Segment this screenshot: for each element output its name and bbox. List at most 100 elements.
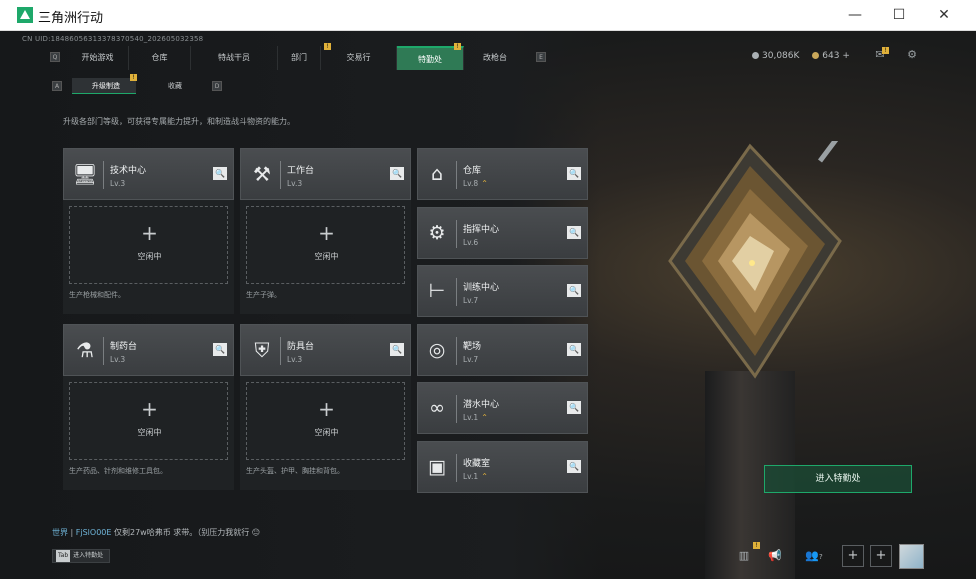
close-button[interactable]: ✕ <box>921 0 967 31</box>
collection-icon: ▣ <box>428 456 446 478</box>
empty-slot-button[interactable]: + 空闲中 <box>69 206 228 284</box>
nav-right-key[interactable]: E <box>536 52 546 62</box>
tools-icon: ⚒ <box>253 162 271 186</box>
search-icon[interactable]: 🔍 <box>390 343 404 356</box>
nav-left-key[interactable]: Q <box>50 52 60 62</box>
facility-command-center[interactable]: ⚙ 指挥中心 Lv.6 🔍 <box>417 207 588 259</box>
title-bar: 三角洲行动 — ☐ ✕ <box>0 0 976 31</box>
card-divider <box>456 278 457 306</box>
empty-slot-button[interactable]: + 空闲中 <box>246 206 405 284</box>
tab-key: Tab <box>56 550 71 562</box>
facility-level: Lv.1 ⌃ <box>463 413 488 422</box>
facility-workbench[interactable]: ⚒ 工作台 Lv.3 🔍 <box>240 148 411 200</box>
facility-warehouse[interactable]: ⌂ 仓库 Lv.8 ⌃ 🔍 <box>417 148 588 200</box>
production-slot: + 空闲中 生产子弹。 <box>240 200 411 314</box>
card-divider <box>280 337 281 365</box>
plus-icon: + <box>318 221 335 245</box>
chat-player[interactable]: FjSlO00E <box>76 528 112 537</box>
maximize-button[interactable]: ☐ <box>876 0 922 31</box>
slot-note: 生产枪械和配件。 <box>69 291 125 299</box>
tab-department[interactable]: 部门 <box>278 46 321 70</box>
level-text: Lv.1 <box>463 413 479 422</box>
gold-amount: 643 <box>822 51 840 61</box>
subnav-left-key[interactable]: A <box>52 81 62 91</box>
subtab-upgrade-badge: ! <box>130 74 137 81</box>
gold-coin-icon <box>812 52 820 59</box>
tab-trading[interactable]: 交易行 <box>321 46 397 70</box>
tab-gunsmith[interactable]: 改枪台 <box>464 46 526 70</box>
cube-artwork <box>668 141 842 379</box>
facility-collection-room[interactable]: ▣ 收藏室 Lv.1 ⌃ 🔍 <box>417 441 588 493</box>
chat-channel: 世界 <box>52 528 68 537</box>
search-icon[interactable]: 🔍 <box>567 226 581 239</box>
subtab-upgrade-craft[interactable]: 升级制造 <box>72 78 136 94</box>
facility-level: Lv.7 <box>463 296 478 305</box>
settings-icon[interactable]: ⚙ <box>904 48 920 62</box>
minimize-button[interactable]: — <box>832 0 878 31</box>
subtab-collection[interactable]: 收藏 <box>148 78 200 94</box>
search-icon[interactable]: 🔍 <box>567 167 581 180</box>
user-id-label: CN UID:18486056313378370540_202605032358 <box>22 35 204 43</box>
facility-level: Lv.6 <box>463 238 478 247</box>
search-icon[interactable]: 🔍 <box>567 460 581 473</box>
search-icon[interactable]: 🔍 <box>567 284 581 297</box>
facility-level: Lv.3 <box>287 355 303 364</box>
currency-display: 30,086K 643 + <box>752 51 860 61</box>
card-divider <box>280 161 281 189</box>
chat-message: 仅剩27w哈弗币 求带。（别压力我就行 <box>113 528 250 537</box>
facility-name: 收藏室 <box>463 459 491 469</box>
search-icon[interactable]: 🔍 <box>567 401 581 414</box>
facility-tech-center[interactable]: 🖥 技术中心 Lv.3 🔍 <box>63 148 234 200</box>
facility-name: 制药台 <box>110 342 138 352</box>
chat-line[interactable]: 世界 | FjSlO00E 仅剩27w哈弗币 求带。（别压力我就行 😐 <box>52 527 260 538</box>
app-logo-icon <box>17 7 33 23</box>
plus-icon: + <box>141 221 158 245</box>
empty-slot-button[interactable]: + 空闲中 <box>246 382 405 460</box>
gold-currency: 643 + <box>812 51 850 61</box>
facility-training-center[interactable]: ⊢ 训练中心 Lv.7 🔍 <box>417 265 588 317</box>
megaphone-icon[interactable]: 📢 <box>764 546 786 566</box>
slot-status: 空闲中 <box>314 252 339 261</box>
subnav-right-key[interactable]: D <box>212 81 222 91</box>
friends-glyph: 👥 <box>805 549 819 562</box>
slot-status: 空闲中 <box>137 252 162 261</box>
avatar[interactable] <box>899 544 924 569</box>
tab-start-game[interactable]: 开始游戏 <box>67 46 129 70</box>
card-divider <box>456 220 457 248</box>
tab-hint-label: 进入特勤处 <box>73 552 104 559</box>
facility-diving-center[interactable]: ∞ 潜水中心 Lv.1 ⌃ 🔍 <box>417 382 588 434</box>
empty-slot-button[interactable]: + 空闲中 <box>69 382 228 460</box>
friends-count: ? <box>818 553 823 561</box>
search-icon[interactable]: 🔍 <box>567 343 581 356</box>
facility-name: 潜水中心 <box>463 400 500 410</box>
add-friend-button[interactable]: + <box>842 545 864 567</box>
facility-shooting-range[interactable]: ◎ 靶场 Lv.7 🔍 <box>417 324 588 376</box>
slot-note: 生产子弹。 <box>246 291 281 299</box>
facility-name: 训练中心 <box>463 283 500 293</box>
friends-icon[interactable]: 👥? <box>800 546 828 566</box>
enter-special-ops-button[interactable]: 进入特勤处 <box>764 465 912 493</box>
facility-name: 工作台 <box>287 166 315 176</box>
silver-coin-icon <box>752 52 759 59</box>
tab-operators[interactable]: 特战干员 <box>191 46 278 70</box>
tab-hotkey-hint[interactable]: Tab 进入特勤处 <box>52 549 110 563</box>
production-slot: + 空闲中 生产药品、针剂和维修工具包。 <box>63 376 234 490</box>
facility-armor-bench[interactable]: ⛨ 防具台 Lv.3 🔍 <box>240 324 411 376</box>
level-text: Lv.7 <box>463 296 479 305</box>
top-navigation: Q 开始游戏 仓库 特战干员 部门 ! 交易行 特勤处 ! 改枪台 E <box>50 43 546 70</box>
window-title: 三角洲行动 <box>38 11 104 26</box>
add-currency-button[interactable]: + <box>842 51 850 61</box>
warehouse-icon: ⌂ <box>430 163 444 185</box>
slot-status: 空闲中 <box>137 428 162 437</box>
search-icon[interactable]: 🔍 <box>213 167 227 180</box>
add-team-button[interactable]: + <box>870 545 892 567</box>
facility-level: Lv.3 <box>287 179 303 188</box>
card-divider <box>456 454 457 482</box>
chart-icon[interactable]: ▥ <box>733 546 755 566</box>
sub-navigation: A 升级制造 ! 收藏 D <box>50 74 230 94</box>
tab-warehouse[interactable]: 仓库 <box>129 46 191 70</box>
search-icon[interactable]: 🔍 <box>390 167 404 180</box>
search-icon[interactable]: 🔍 <box>213 343 227 356</box>
slot-status: 空闲中 <box>314 428 339 437</box>
facility-pharmacy[interactable]: ⚗ 制药台 Lv.3 🔍 <box>63 324 234 376</box>
